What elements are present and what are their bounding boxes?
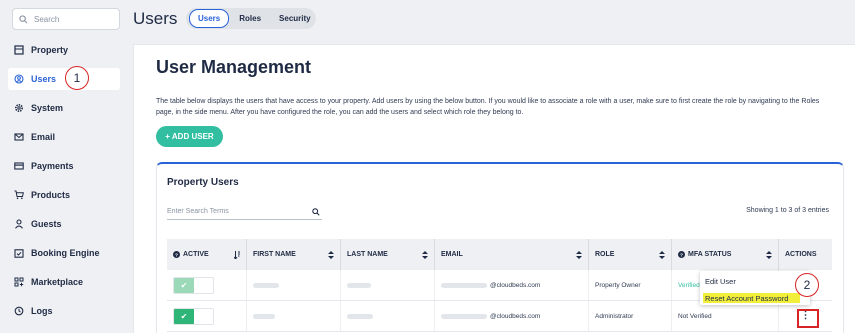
history-icon bbox=[14, 306, 24, 316]
sidebar-item-label: Booking Engine bbox=[31, 248, 100, 258]
column-header-first-name[interactable]: FIRST NAME bbox=[247, 239, 341, 270]
column-header-email[interactable]: EMAIL bbox=[435, 239, 589, 270]
first-name-cell bbox=[247, 301, 341, 331]
check-icon: ✔ bbox=[174, 308, 194, 324]
sort-icon bbox=[328, 250, 334, 259]
help-icon: ? bbox=[678, 251, 685, 258]
column-header-mfa-status[interactable]: ? MFA STATUS bbox=[672, 239, 779, 270]
last-name-cell bbox=[341, 301, 435, 331]
calendar-check-icon bbox=[14, 249, 24, 258]
annotation-highlight-box bbox=[797, 309, 819, 328]
svg-text:?: ? bbox=[175, 252, 178, 258]
card-title: Property Users bbox=[167, 177, 239, 188]
role-cell: Administrator bbox=[589, 301, 672, 331]
sort-icon bbox=[766, 250, 772, 259]
gear-icon bbox=[14, 103, 24, 113]
tab-bar: Users Roles Security bbox=[186, 8, 316, 29]
credit-card-icon bbox=[14, 162, 24, 170]
column-header-last-name[interactable]: LAST NAME bbox=[341, 239, 435, 270]
column-header-actions: ACTIONS bbox=[785, 251, 817, 258]
annotation-marker: 1 bbox=[65, 66, 89, 90]
section-title: User Management bbox=[156, 57, 312, 77]
active-toggle[interactable]: ✔ bbox=[173, 276, 214, 294]
section-description: The table below displays the users that … bbox=[156, 98, 820, 116]
building-icon bbox=[14, 45, 24, 55]
last-name-cell bbox=[341, 270, 435, 300]
property-users-card: Property Users Enter Search Terms Showin… bbox=[156, 162, 844, 333]
sidebar-item-label: Users bbox=[31, 74, 57, 84]
envelope-icon bbox=[14, 133, 24, 141]
first-name-cell bbox=[247, 270, 341, 300]
email-cell: @cloudbeds.com bbox=[435, 270, 589, 300]
table-search-input[interactable]: Enter Search Terms bbox=[167, 204, 322, 220]
sort-icon bbox=[659, 250, 665, 259]
tab-roles[interactable]: Roles bbox=[231, 10, 269, 27]
sidebar: Search Property Users System Email Payme… bbox=[0, 0, 128, 333]
search-icon bbox=[19, 14, 28, 23]
email-cell: @cloudbeds.com bbox=[435, 301, 589, 331]
active-toggle[interactable]: ✔ bbox=[173, 307, 214, 325]
sidebar-item-email[interactable]: Email bbox=[8, 126, 120, 148]
role-cell: Property Owner bbox=[589, 270, 672, 300]
sidebar-item-label: Logs bbox=[31, 306, 53, 316]
sidebar-item-label: Property bbox=[31, 45, 69, 55]
column-header-active[interactable]: ? ACTIVE bbox=[167, 239, 247, 270]
user-circle-icon bbox=[14, 74, 24, 84]
sidebar-search-input[interactable]: Search bbox=[12, 8, 120, 30]
entries-count: Showing 1 to 3 of 3 entries bbox=[746, 207, 829, 214]
tab-users[interactable]: Users bbox=[189, 9, 230, 28]
column-header-role[interactable]: ROLE bbox=[589, 239, 672, 270]
sidebar-item-property[interactable]: Property bbox=[8, 39, 120, 61]
edit-user-menu-item[interactable]: Edit User bbox=[705, 277, 736, 286]
actions-dropdown-menu: Edit User Reset Account Password bbox=[700, 271, 810, 305]
sort-icon bbox=[576, 250, 582, 259]
sort-icon bbox=[234, 250, 240, 259]
search-icon bbox=[312, 207, 320, 216]
reset-account-password-menu-item[interactable]: Reset Account Password bbox=[705, 294, 788, 303]
sidebar-item-payments[interactable]: Payments bbox=[8, 155, 120, 177]
add-user-button[interactable]: + ADD USER bbox=[156, 126, 223, 147]
sidebar-item-users[interactable]: Users bbox=[8, 68, 120, 90]
active-cell: ✔ bbox=[167, 301, 247, 331]
sidebar-item-label: Payments bbox=[31, 161, 74, 171]
cart-icon bbox=[14, 190, 24, 200]
tab-security[interactable]: Security bbox=[271, 10, 319, 27]
app-window: Search Property Users System Email Payme… bbox=[0, 0, 855, 333]
sidebar-item-label: Guests bbox=[31, 219, 62, 229]
sidebar-item-label: Products bbox=[31, 190, 71, 200]
sidebar-search-placeholder: Search bbox=[34, 14, 60, 24]
help-icon: ? bbox=[173, 251, 180, 258]
svg-text:?: ? bbox=[680, 252, 683, 258]
sidebar-item-system[interactable]: System bbox=[8, 97, 120, 119]
sidebar-item-label: Email bbox=[31, 132, 56, 142]
sidebar-item-label: System bbox=[31, 103, 64, 113]
active-cell: ✔ bbox=[167, 270, 247, 300]
sort-icon bbox=[422, 250, 428, 259]
sidebar-item-marketplace[interactable]: Marketplace bbox=[8, 271, 120, 293]
annotation-marker: 2 bbox=[795, 273, 819, 297]
page-title: Users bbox=[133, 9, 178, 28]
table-row: ✔ @cloudbeds.com Administrator Not Verif… bbox=[167, 301, 832, 332]
sidebar-item-products[interactable]: Products bbox=[8, 184, 120, 206]
table-search-placeholder: Enter Search Terms bbox=[167, 208, 229, 215]
apps-icon bbox=[14, 277, 24, 287]
mfa-status-cell: Not Verified bbox=[672, 301, 779, 331]
sidebar-item-booking-engine[interactable]: Booking Engine bbox=[8, 242, 120, 264]
person-icon bbox=[15, 219, 23, 229]
sidebar-item-logs[interactable]: Logs bbox=[8, 300, 120, 322]
check-icon: ✔ bbox=[174, 277, 194, 293]
sidebar-item-label: Marketplace bbox=[31, 277, 84, 287]
sidebar-item-guests[interactable]: Guests bbox=[8, 213, 120, 235]
table-header: ? ACTIVE FIRST NAME LAST NAME EMAIL ROLE… bbox=[167, 239, 832, 270]
